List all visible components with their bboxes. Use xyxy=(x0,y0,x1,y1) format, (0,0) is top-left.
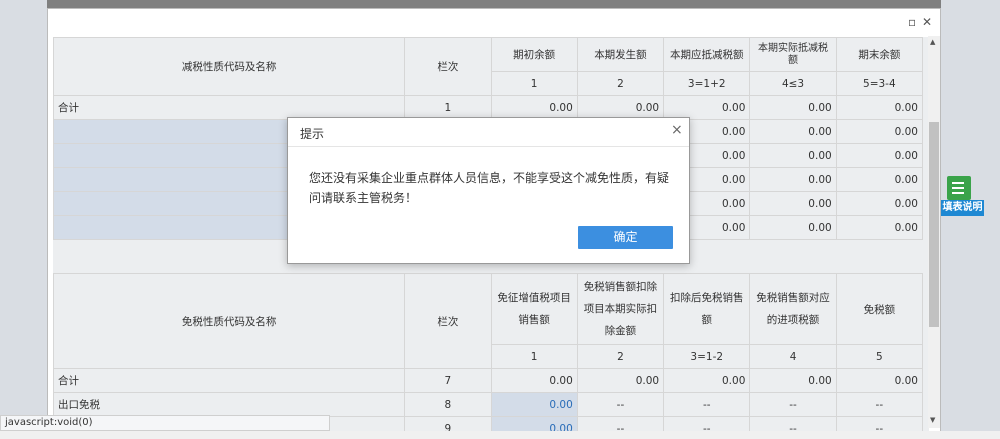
cell-value: 0.00 xyxy=(835,368,924,393)
cell-value: 0.00 xyxy=(490,95,578,120)
col-title: 期末余额 xyxy=(835,37,924,72)
col-title: 本期应抵减税额 xyxy=(663,37,751,72)
cell-value[interactable]: 0.00 xyxy=(749,143,837,168)
col-title: 扣除后免税销售额 xyxy=(663,273,751,345)
cell-value[interactable]: 0.00 xyxy=(749,167,837,192)
fill-instructions-label: 填表说明 xyxy=(941,200,984,216)
row-name: 合计 xyxy=(53,95,406,120)
table-row: 出口免税 8 0.00 -- -- -- -- xyxy=(53,392,924,417)
status-bar: javascript:void(0) xyxy=(0,415,330,431)
sales-input[interactable]: 0.00 xyxy=(490,392,578,417)
cell-value: -- xyxy=(835,392,924,417)
col-code: 5 xyxy=(835,344,924,369)
window-titlebar: ▫ ✕ xyxy=(48,9,940,37)
cell-value: 0.00 xyxy=(835,167,924,192)
window-close-icon[interactable]: ✕ xyxy=(922,15,932,29)
cell-value: -- xyxy=(749,392,837,417)
col-code: 3=1-2 xyxy=(663,344,751,369)
col-code: 1 xyxy=(490,344,578,369)
row-lanci: 7 xyxy=(404,368,492,393)
cell-value: 0.00 xyxy=(749,95,837,120)
col-code: 4≤3 xyxy=(749,71,837,96)
fill-instructions-button[interactable]: 填表说明 xyxy=(941,176,984,216)
row-name: 出口免税 xyxy=(53,392,406,417)
col-title: 期初余额 xyxy=(490,37,578,72)
bottom-strip xyxy=(0,431,1000,439)
exempt-tax-lanci-header: 栏次 xyxy=(404,273,492,369)
exempt-tax-name-header: 免税性质代码及名称 xyxy=(53,273,406,369)
cell-value: 0.00 xyxy=(835,119,924,144)
col-title: 免征增值税项目销售额 xyxy=(490,273,578,345)
scroll-thumb[interactable] xyxy=(929,122,939,327)
cell-value: 0.00 xyxy=(663,368,751,393)
col-title-text: 免税销售额对应的进项税额 xyxy=(756,292,830,326)
col-title-text: 本期实际抵减税额 xyxy=(758,42,829,66)
col-code: 5=3-4 xyxy=(835,71,924,96)
scroll-up-icon[interactable]: ▲ xyxy=(930,38,935,46)
backdrop-right xyxy=(941,0,1000,439)
cell-value[interactable]: 0.00 xyxy=(749,119,837,144)
col-title: 免税销售额扣除项目本期实际扣除金额 xyxy=(576,273,665,345)
row-name: 合计 xyxy=(53,368,406,393)
backdrop-left xyxy=(0,0,47,439)
row-lanci: 8 xyxy=(404,392,492,417)
col-title: 免税额 xyxy=(835,273,924,345)
confirm-button[interactable]: 确定 xyxy=(578,226,673,249)
table-row: 合计 7 0.00 0.00 0.00 0.00 0.00 xyxy=(53,368,924,393)
cell-value: 0.00 xyxy=(835,191,924,216)
col-code: 2 xyxy=(576,344,665,369)
document-icon xyxy=(947,176,971,200)
restore-icon[interactable]: ▫ xyxy=(908,15,916,29)
cell-value: -- xyxy=(576,392,665,417)
cell-value: 0.00 xyxy=(576,95,665,120)
vertical-scrollbar[interactable]: ▲ ▼ xyxy=(928,36,940,428)
col-code: 2 xyxy=(576,71,665,96)
col-code: 4 xyxy=(749,344,837,369)
table-row: 合计 1 0.00 0.00 0.00 0.00 0.00 xyxy=(53,95,924,120)
col-code: 1 xyxy=(490,71,578,96)
dialog-divider xyxy=(288,146,689,147)
cell-value: 0.00 xyxy=(749,368,837,393)
cell-value[interactable]: 0.00 xyxy=(749,191,837,216)
cell-value: -- xyxy=(663,392,751,417)
cell-value[interactable]: 0.00 xyxy=(749,215,837,240)
col-title-text: 免税销售额扣除项目本期实际扣除金额 xyxy=(583,281,658,337)
col-code: 3=1+2 xyxy=(663,71,751,96)
col-title: 免税销售额对应的进项税额 xyxy=(749,273,837,345)
cell-value: 0.00 xyxy=(835,95,924,120)
dialog-title: 提示 xyxy=(300,127,325,141)
scroll-down-icon[interactable]: ▼ xyxy=(930,416,935,424)
dialog-message: 您还没有采集企业重点群体人员信息，不能享受这个减免性质，有疑问请联系主管税务！ xyxy=(309,171,670,205)
col-title-text: 扣除后免税销售额 xyxy=(669,292,744,326)
reduced-tax-name-header: 减税性质代码及名称 xyxy=(53,37,406,96)
row-lanci: 1 xyxy=(404,95,492,120)
cell-value: 0.00 xyxy=(835,143,924,168)
cell-value: 0.00 xyxy=(835,215,924,240)
col-title: 本期发生额 xyxy=(576,37,665,72)
cell-value: 0.00 xyxy=(490,368,578,393)
col-title: 本期实际抵减税额 xyxy=(749,37,837,72)
col-title-text: 免征增值税项目销售额 xyxy=(497,292,571,326)
cell-value: 0.00 xyxy=(576,368,665,393)
cell-value: 0.00 xyxy=(663,95,751,120)
dialog-close-icon[interactable]: × xyxy=(671,122,683,138)
alert-dialog: 提示 × 您还没有采集企业重点群体人员信息，不能享受这个减免性质，有疑问请联系主… xyxy=(287,117,690,264)
reduced-tax-lanci-header: 栏次 xyxy=(404,37,492,96)
